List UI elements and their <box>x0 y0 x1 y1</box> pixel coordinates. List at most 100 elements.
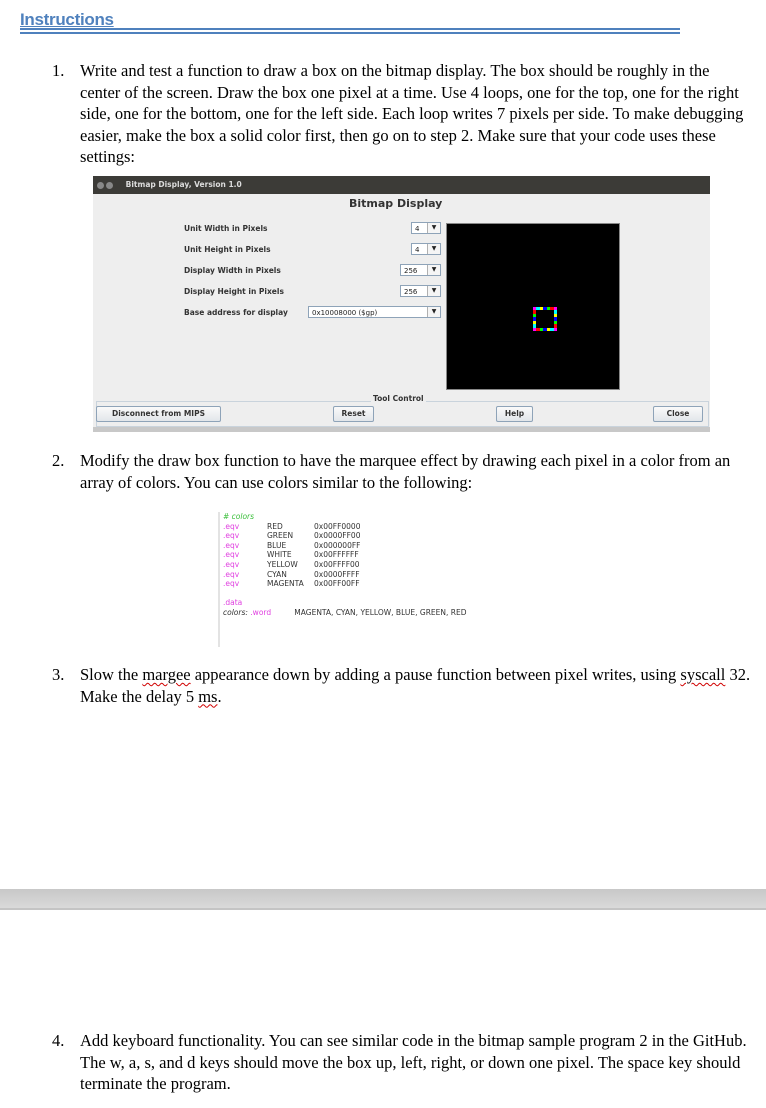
eqv-directive: .eqv <box>223 579 240 589</box>
box-pixel <box>533 324 537 328</box>
eqv-name: MAGENTA <box>267 579 304 589</box>
instruction-item-1: 1. Write and test a function to draw a b… <box>52 60 752 168</box>
box-pixel <box>533 327 537 331</box>
item-number: 3. <box>52 665 65 684</box>
eqv-name: RED <box>267 521 283 531</box>
disconnect-button[interactable]: Disconnect from MIPS <box>96 406 221 422</box>
unit-height-select[interactable]: 4 ▼ <box>411 243 441 255</box>
select-value: 256 <box>404 288 418 296</box>
eqv-directive: .eqv <box>223 550 240 560</box>
text-fragment: appearance down by adding a pause functi… <box>190 665 681 684</box>
eqv-name: BLUE <box>267 540 287 550</box>
chevron-down-icon[interactable]: ▼ <box>427 286 440 296</box>
display-height-select[interactable]: 256 ▼ <box>400 285 441 297</box>
setting-label: Unit Width in Pixels <box>184 224 268 233</box>
eqv-name: GREEN <box>267 531 294 541</box>
eqv-directive: .eqv <box>223 569 240 579</box>
box-pixel <box>533 317 537 321</box>
item-number: 1. <box>52 61 65 80</box>
chevron-down-icon[interactable]: ▼ <box>427 307 440 317</box>
eqv-line: .eqv CYAN 0x0000FFFF <box>223 570 553 580</box>
eqv-directive: .eqv <box>223 521 240 531</box>
eqv-value: 0x00FF00FF <box>314 579 360 589</box>
select-value: 256 <box>404 267 418 275</box>
tool-control-label: Tool Control <box>371 394 426 403</box>
eqv-line: .eqv RED 0x00FF0000 <box>223 522 553 532</box>
eqv-value: 0x00FFFFFF <box>314 550 359 560</box>
eqv-line: .eqv WHITE 0x00FFFFFF <box>223 550 553 560</box>
code-snippet: # colors .eqv RED 0x00FF0000 .eqv GREEN 0x000… <box>218 512 553 647</box>
text-fragment: Slow the <box>80 665 143 684</box>
eqv-value: 0x00FF0000 <box>314 521 361 531</box>
box-pixel <box>553 327 557 331</box>
chevron-down-icon[interactable]: ▼ <box>427 244 440 254</box>
code-comment: # colors <box>223 512 255 521</box>
eqv-value: 0x000000FF <box>314 540 361 550</box>
instruction-item-4: 4. Add keyboard functionality. You can s… <box>52 1030 752 1095</box>
window-title: Bitmap Display, Version 1.0 <box>125 180 242 189</box>
eqv-name: CYAN <box>267 569 287 579</box>
instruction-item-3: 3. Slow the margee appearance down by ad… <box>52 664 752 707</box>
setting-label: Display Width in Pixels <box>184 266 281 275</box>
box-pixel <box>543 327 547 331</box>
box-pixel <box>536 327 540 331</box>
panel-title: Bitmap Display <box>349 197 443 210</box>
eqv-line: .eqv MAGENTA 0x00FF00FF <box>223 579 553 589</box>
eqv-directive: .eqv <box>223 540 240 550</box>
box-pixel <box>550 327 554 331</box>
item-text: Modify the draw box function to have the… <box>80 451 731 492</box>
heading-title: Instructions <box>20 10 114 29</box>
eqv-line: .eqv BLUE 0x000000FF <box>223 541 553 551</box>
item-text: Write and test a function to draw a box … <box>80 61 744 166</box>
colors-array-line: colors: .word MAGENTA, CYAN, YELLOW, BLUE… <box>223 608 553 618</box>
bitmap-display-window: Bitmap Display, Version 1.0 Bitmap Displ… <box>93 176 710 432</box>
colors-list: MAGENTA, CYAN, YELLOW, BLUE, GREEN, RED <box>294 607 467 617</box>
box-pixel <box>533 320 537 325</box>
item-number: 2. <box>52 451 65 470</box>
eqv-directive: .eqv <box>223 559 240 569</box>
instruction-item-2: 2. Modify the draw box function to have … <box>52 450 752 493</box>
chevron-down-icon[interactable]: ▼ <box>427 223 440 233</box>
eqv-value: 0x0000FFFF <box>314 569 360 579</box>
setting-label: Display Height in Pixels <box>184 287 284 296</box>
eqv-lines: .eqv RED 0x00FF0000 .eqv GREEN 0x0000FF00 .eqv… <box>223 522 553 589</box>
marquee-box <box>533 307 557 331</box>
box-pixel <box>546 327 551 331</box>
word-directive: .word <box>250 607 272 617</box>
eqv-directive: .eqv <box>223 531 240 541</box>
colors-label: colors: <box>223 607 248 617</box>
eqv-value: 0x00FFFF00 <box>314 559 360 569</box>
base-address-select[interactable]: 0x10008000 ($gp) ▼ <box>308 306 441 318</box>
setting-label: Unit Height in Pixels <box>184 245 271 254</box>
chevron-down-icon[interactable]: ▼ <box>427 265 440 275</box>
instructions-heading: Instructions <box>20 10 680 34</box>
item-text: Add keyboard functionality. You can see … <box>80 1031 747 1093</box>
text-fragment: . <box>217 686 222 706</box>
close-button[interactable]: Close <box>653 406 703 422</box>
misspelled-word: syscall <box>680 665 726 684</box>
misspelled-word: margee <box>142 665 191 684</box>
box-pixel <box>533 313 537 318</box>
display-width-select[interactable]: 256 ▼ <box>400 264 441 276</box>
help-button[interactable]: Help <box>496 406 533 422</box>
select-value: 0x10008000 ($gp) <box>312 309 378 317</box>
misspelled-word: ms <box>198 686 218 706</box>
window-bottom-ruler <box>93 427 710 432</box>
close-window-icon[interactable] <box>97 181 104 189</box>
item-number: 4. <box>52 1031 65 1050</box>
select-value: 4 <box>415 225 420 233</box>
select-value: 4 <box>415 246 420 254</box>
item-text: Slow the margee appearance down by addin… <box>80 664 752 707</box>
box-pixel <box>539 327 544 331</box>
unit-width-select[interactable]: 4 ▼ <box>411 222 441 234</box>
heading-rule <box>20 28 680 30</box>
eqv-line: .eqv YELLOW 0x00FFFF00 <box>223 560 553 570</box>
box-pixel <box>533 310 537 314</box>
data-directive: .data <box>223 598 243 608</box>
bitmap-canvas <box>446 223 620 390</box>
window-titlebar: Bitmap Display, Version 1.0 <box>93 176 710 194</box>
minimize-window-icon[interactable] <box>106 181 113 189</box>
eqv-value: 0x0000FF00 <box>314 531 361 541</box>
eqv-name: WHITE <box>267 550 292 560</box>
reset-button[interactable]: Reset <box>333 406 374 422</box>
